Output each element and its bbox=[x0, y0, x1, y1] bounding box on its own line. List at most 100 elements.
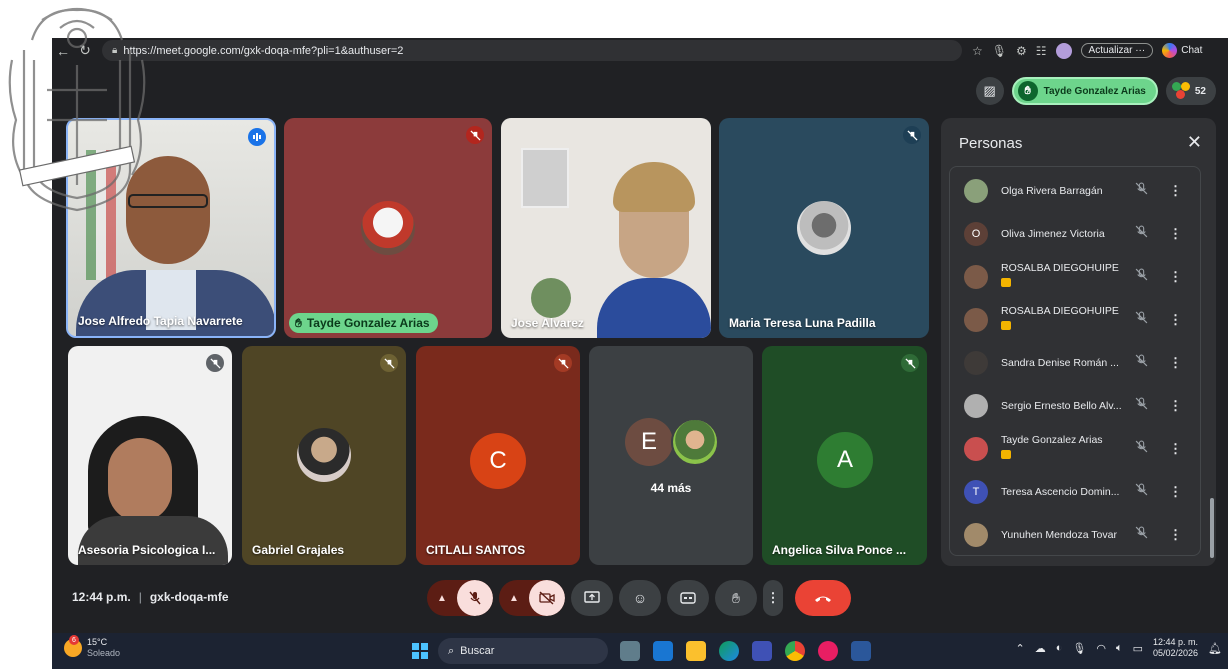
muted-mic-icon[interactable] bbox=[1135, 526, 1151, 544]
muted-mic-icon[interactable] bbox=[1135, 182, 1151, 200]
hand-icon: ✋︎ bbox=[732, 589, 740, 606]
muted-mic-icon[interactable] bbox=[1135, 268, 1151, 286]
present-icon bbox=[584, 591, 600, 603]
reload-icon[interactable]: ↻ bbox=[74, 42, 96, 59]
close-icon[interactable]: ✕ bbox=[1187, 132, 1202, 153]
chrome-icon[interactable] bbox=[785, 641, 805, 661]
mic-icon[interactable]: 🎙︎ bbox=[1072, 642, 1086, 655]
raise-hand-button[interactable]: ✋︎ bbox=[715, 580, 757, 616]
video-tile-angelica[interactable]: A Angelica Silva Ponce ... bbox=[762, 346, 927, 565]
muted-mic-icon[interactable] bbox=[1135, 483, 1151, 501]
favorite-star-icon[interactable]: ☆ bbox=[972, 44, 983, 58]
raised-hand-indicator[interactable]: ✋︎ Tayde Gonzalez Arias bbox=[1011, 77, 1158, 105]
video-tile-maria-teresa[interactable]: Maria Teresa Luna Padilla bbox=[719, 118, 929, 338]
person-row[interactable]: ROSALBA DIEGOHUIPE ⋮ bbox=[950, 300, 1200, 340]
video-tile-tayde[interactable]: ✋︎ Tayde Gonzalez Arias bbox=[284, 118, 492, 338]
notification-badge: 6 bbox=[69, 635, 79, 645]
person-more-options-icon[interactable]: ⋮ bbox=[1169, 484, 1182, 500]
back-icon[interactable]: ← bbox=[52, 43, 74, 59]
camera-options-chevron-icon[interactable]: ▲ bbox=[499, 580, 529, 616]
person-avatar bbox=[964, 351, 988, 375]
reactions-button[interactable]: ☺ bbox=[619, 580, 661, 616]
copilot-chat-button[interactable]: Chat bbox=[1162, 43, 1202, 58]
video-tile-citlali[interactable]: C CITLALI SANTOS bbox=[416, 346, 580, 565]
person-more-options-icon[interactable]: ⋮ bbox=[1169, 312, 1182, 328]
muted-mic-icon bbox=[903, 126, 921, 144]
wifi-icon[interactable]: ◠ bbox=[1096, 642, 1106, 655]
task-view-icon[interactable] bbox=[620, 641, 640, 661]
video-tile-gabriel[interactable]: Gabriel Grajales bbox=[242, 346, 406, 565]
muted-mic-icon bbox=[554, 354, 572, 372]
person-more-options-icon[interactable]: ⋮ bbox=[1169, 226, 1182, 242]
person-more-options-icon[interactable]: ⋮ bbox=[1169, 441, 1182, 457]
person-avatar bbox=[964, 265, 988, 289]
video-off-indicator-icon[interactable]: ▨ bbox=[975, 77, 1004, 105]
presenter-badge-icon bbox=[1001, 450, 1011, 459]
muted-mic-icon[interactable] bbox=[1135, 397, 1151, 415]
person-row[interactable]: Tayde Gonzalez Arias ⋮ bbox=[950, 429, 1200, 469]
mic-options-chevron-icon[interactable]: ▲ bbox=[427, 580, 457, 616]
captions-button[interactable] bbox=[667, 580, 709, 616]
hand-icon: ✋︎ bbox=[295, 315, 302, 330]
person-row[interactable]: Yunuhen Mendoza Tovar ⋮ bbox=[950, 515, 1200, 555]
person-row[interactable]: Sandra Denise Román ... ⋮ bbox=[950, 343, 1200, 383]
meeting-code: gxk-doqa-mfe bbox=[149, 590, 229, 604]
muted-mic-icon[interactable] bbox=[1135, 440, 1151, 458]
participant-initial-avatar: A bbox=[817, 432, 873, 488]
mic-icon[interactable]: 🎙︎ bbox=[992, 44, 1007, 58]
person-row[interactable]: Sergio Ernesto Bello Alv... ⋮ bbox=[950, 386, 1200, 426]
start-menu-icon[interactable] bbox=[412, 643, 428, 659]
camera-toggle-button[interactable] bbox=[529, 580, 565, 616]
chevron-up-icon[interactable]: ⌃ bbox=[1016, 642, 1025, 655]
person-row[interactable]: O Oliva Jimenez Victoria ⋮ bbox=[950, 214, 1200, 254]
system-clock[interactable]: 12:44 p. m. 05/02/2026 bbox=[1153, 637, 1198, 659]
notifications-icon[interactable]: 🔔︎ bbox=[1208, 642, 1222, 655]
more-options-button[interactable]: ⋮ bbox=[763, 580, 783, 616]
person-more-options-icon[interactable]: ⋮ bbox=[1169, 183, 1182, 199]
edge-icon[interactable] bbox=[719, 641, 739, 661]
weather-widget[interactable]: 6 15°C Soleado bbox=[64, 635, 120, 659]
person-name: ROSALBA DIEGOHUIPE bbox=[1001, 262, 1119, 274]
person-more-options-icon[interactable]: ⋮ bbox=[1169, 398, 1182, 414]
tile-name: Jose Alvarez bbox=[511, 316, 584, 330]
onedrive-icon[interactable]: ☁ bbox=[1035, 642, 1046, 655]
muted-mic-icon[interactable] bbox=[1135, 225, 1151, 243]
volume-icon[interactable]: 🔈︎ bbox=[1116, 642, 1123, 655]
outlook-icon[interactable] bbox=[653, 641, 673, 661]
people-list-scrollbar[interactable] bbox=[1210, 498, 1214, 558]
panel-title: Personas bbox=[959, 135, 1023, 152]
address-bar[interactable]: 🔒︎ https://meet.google.com/gxk-doqa-mfe?… bbox=[102, 40, 962, 61]
person-more-options-icon[interactable]: ⋮ bbox=[1169, 269, 1182, 285]
person-more-options-icon[interactable]: ⋮ bbox=[1169, 527, 1182, 543]
speaking-icon bbox=[248, 128, 266, 146]
muted-mic-icon[interactable] bbox=[1135, 311, 1151, 329]
video-tile-jose-alfredo[interactable]: Jose Alfredo Tapia Navarrete bbox=[66, 118, 276, 338]
extensions-icon[interactable]: ⚙ bbox=[1016, 44, 1027, 58]
participants-button[interactable]: 52 bbox=[1165, 77, 1216, 105]
profile-avatar[interactable] bbox=[1055, 42, 1072, 59]
update-button[interactable]: Actualizar ··· bbox=[1080, 43, 1154, 58]
present-screen-button[interactable] bbox=[571, 580, 613, 616]
mic-control: ▲ bbox=[427, 580, 493, 616]
app-icon[interactable] bbox=[818, 641, 838, 661]
mic-toggle-button[interactable] bbox=[457, 580, 493, 616]
person-row[interactable]: Olga Rivera Barragán ⋮ bbox=[950, 171, 1200, 211]
word-icon[interactable] bbox=[851, 641, 871, 661]
person-row[interactable]: T Teresa Ascencio Domin... ⋮ bbox=[950, 472, 1200, 512]
person-more-options-icon[interactable]: ⋮ bbox=[1169, 355, 1182, 371]
more-participants-tile[interactable]: E 44 más bbox=[589, 346, 753, 565]
favorites-icon[interactable]: ☷ bbox=[1036, 44, 1047, 58]
battery-icon[interactable]: ▭ bbox=[1133, 642, 1143, 655]
leave-call-button[interactable] bbox=[795, 580, 851, 616]
app-tray-icon[interactable]: ◐ bbox=[1056, 642, 1063, 654]
person-row[interactable]: ROSALBA DIEGOHUIPE ⋮ bbox=[950, 257, 1200, 297]
person-name: Tayde Gonzalez Arias bbox=[1001, 434, 1103, 446]
taskbar-search[interactable]: ⌕ Buscar bbox=[438, 638, 608, 664]
muted-mic-icon bbox=[901, 354, 919, 372]
tile-name: Maria Teresa Luna Padilla bbox=[729, 316, 876, 330]
video-tile-asesoria[interactable]: Asesoria Psicologica I... bbox=[68, 346, 232, 565]
muted-mic-icon[interactable] bbox=[1135, 354, 1151, 372]
video-tile-jose-alvarez[interactable]: Jose Alvarez bbox=[501, 118, 711, 338]
store-icon[interactable] bbox=[752, 641, 772, 661]
file-explorer-icon[interactable] bbox=[686, 641, 706, 661]
